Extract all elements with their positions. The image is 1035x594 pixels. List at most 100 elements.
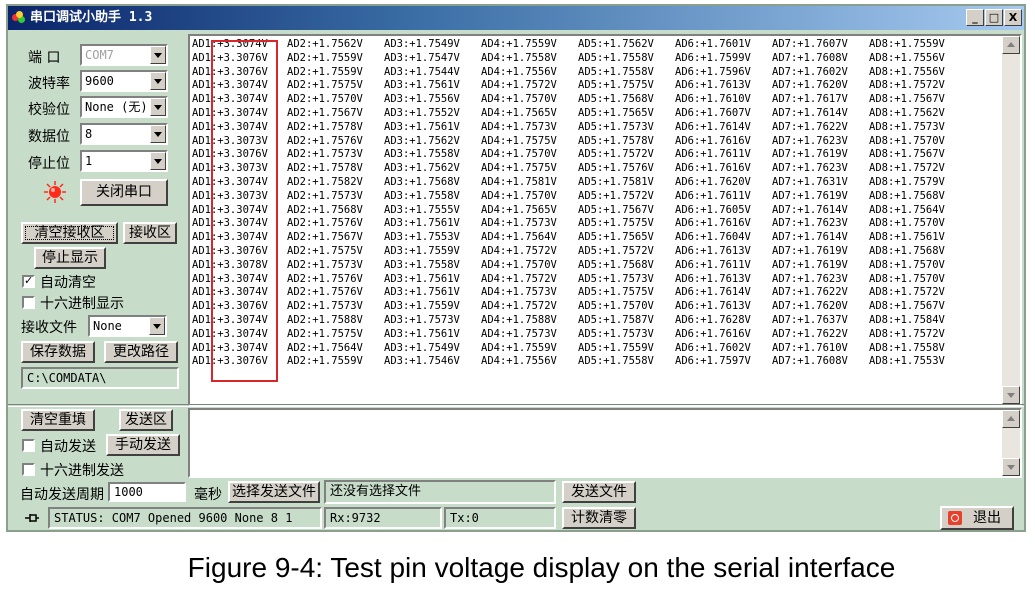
receive-cell: AD4:+1.7564V bbox=[481, 231, 557, 244]
receive-line: AD1:+3.3074V AD2:+1.7588V AD3:+1.7573V AD4:… bbox=[192, 314, 982, 328]
hex-display-checkbox[interactable] bbox=[22, 296, 35, 309]
receive-cell: AD1:+3.3074V bbox=[192, 272, 268, 285]
receive-cell: AD5:+1.7570V bbox=[578, 300, 654, 313]
chevron-down-icon[interactable] bbox=[150, 46, 166, 64]
app-icon bbox=[12, 11, 26, 25]
reset-count-button[interactable]: 计数清零 bbox=[562, 507, 636, 529]
receive-cell: AD8:+1.7572V bbox=[869, 162, 945, 175]
receive-cell: AD8:+1.7556V bbox=[869, 51, 945, 64]
send-period-input[interactable]: 1000 bbox=[108, 482, 186, 502]
receive-cell: AD6:+1.7616V bbox=[675, 162, 751, 175]
manual-send-button[interactable]: 手动发送 bbox=[106, 434, 180, 456]
receive-cell: AD4:+1.7573V bbox=[481, 120, 557, 133]
rx-counter: Rx:9732 bbox=[324, 507, 442, 529]
receive-cell: AD4:+1.7559V bbox=[481, 38, 557, 50]
port-label: 端 口 bbox=[28, 50, 61, 66]
receive-cell: AD7:+1.7610V bbox=[772, 341, 848, 354]
scroll-down-icon[interactable] bbox=[1002, 458, 1020, 476]
receive-cell: AD1:+3.3074V bbox=[192, 286, 268, 299]
title-bar[interactable]: 串口调试小助手 1.3 _ □ X bbox=[8, 6, 1024, 30]
send-area-button[interactable]: 发送区 bbox=[119, 409, 173, 431]
receive-cell: AD8:+1.7572V bbox=[869, 79, 945, 92]
receive-cell: AD1:+3.3073V bbox=[192, 134, 268, 147]
hex-send-label: 十六进制发送 bbox=[40, 463, 124, 479]
stopbits-select[interactable]: 1 bbox=[80, 150, 168, 172]
exit-button[interactable]: 退出 bbox=[940, 506, 1014, 530]
receive-cell: AD2:+1.7582V bbox=[287, 175, 363, 188]
scroll-up-icon[interactable] bbox=[1002, 36, 1020, 54]
receive-cell: AD7:+1.7637V bbox=[772, 313, 848, 326]
receive-cell: AD2:+1.7578V bbox=[287, 120, 363, 133]
save-path-field[interactable]: C:\COMDATA\ bbox=[21, 367, 179, 389]
receive-cell: AD5:+1.7575V bbox=[578, 217, 654, 230]
receive-cell: AD2:+1.7559V bbox=[287, 65, 363, 78]
chevron-down-icon[interactable] bbox=[150, 125, 166, 143]
clear-receive-button[interactable]: 清空接收区 bbox=[21, 222, 118, 244]
receive-cell: AD2:+1.7588V bbox=[287, 313, 363, 326]
chevron-down-icon[interactable] bbox=[150, 152, 166, 170]
receive-cell: AD4:+1.7570V bbox=[481, 258, 557, 271]
clear-resend-button[interactable]: 清空重填 bbox=[21, 409, 95, 431]
maximize-button[interactable]: □ bbox=[985, 9, 1003, 26]
receive-cell: AD4:+1.7572V bbox=[481, 244, 557, 257]
close-port-button[interactable]: 关闭串口 bbox=[80, 179, 168, 206]
chevron-down-icon[interactable] bbox=[149, 317, 165, 335]
receive-line: AD1:+3.3076V AD2:+1.7573V AD3:+1.7559V AD4:… bbox=[192, 300, 982, 314]
receive-cell: AD3:+1.7546V bbox=[384, 355, 460, 368]
receive-cell: AD8:+1.7561V bbox=[869, 231, 945, 244]
receive-cell: AD1:+3.3078V bbox=[192, 258, 268, 271]
receive-cell: AD7:+1.7623V bbox=[772, 162, 848, 175]
send-scrollbar[interactable] bbox=[1002, 410, 1020, 476]
receive-cell: AD3:+1.7561V bbox=[384, 272, 460, 285]
databits-select[interactable]: 8 bbox=[80, 123, 168, 145]
receive-scrollbar[interactable] bbox=[1002, 36, 1020, 404]
select-send-file-button[interactable]: 选择发送文件 bbox=[228, 481, 320, 503]
receive-textarea[interactable]: AD1:+3.3074V AD2:+1.7562V AD3:+1.7549V AD4:… bbox=[188, 34, 1022, 406]
file-status-field: 还没有选择文件 bbox=[324, 480, 556, 504]
stop-display-button[interactable]: 停止显示 bbox=[34, 247, 106, 269]
receive-file-label: 接收文件 bbox=[21, 320, 77, 336]
receive-line: AD1:+3.3076V AD2:+1.7575V AD3:+1.7559V AD4:… bbox=[192, 245, 982, 259]
parity-select[interactable]: None (无) bbox=[80, 96, 168, 118]
scroll-up-icon[interactable] bbox=[1002, 410, 1020, 428]
baud-select[interactable]: 9600 bbox=[80, 70, 168, 92]
chevron-down-icon[interactable] bbox=[150, 72, 166, 90]
chevron-down-icon[interactable] bbox=[150, 98, 166, 116]
receive-cell: AD3:+1.7559V bbox=[384, 300, 460, 313]
receive-cell: AD3:+1.7549V bbox=[384, 38, 460, 50]
receive-area-button[interactable]: 接收区 bbox=[123, 222, 177, 244]
receive-cell: AD4:+1.7588V bbox=[481, 313, 557, 326]
receive-cell: AD6:+1.7614V bbox=[675, 120, 751, 133]
receive-cell: AD1:+3.3074V bbox=[192, 327, 268, 340]
port-select[interactable]: COM7 bbox=[80, 44, 168, 66]
receive-content: AD1:+3.3074V AD2:+1.7562V AD3:+1.7549V AD4:… bbox=[192, 38, 982, 369]
send-file-button[interactable]: 发送文件 bbox=[562, 481, 636, 503]
receive-cell: AD6:+1.7613V bbox=[675, 300, 751, 313]
receive-cell: AD6:+1.7613V bbox=[675, 244, 751, 257]
scroll-down-icon[interactable] bbox=[1002, 386, 1020, 404]
receive-cell: AD7:+1.7614V bbox=[772, 203, 848, 216]
receive-cell: AD1:+3.3074V bbox=[192, 106, 268, 119]
status-text: STATUS: COM7 Opened 9600 None 8 1 bbox=[48, 507, 322, 529]
hex-send-checkbox[interactable] bbox=[22, 463, 35, 476]
tx-counter: Tx:0 bbox=[444, 507, 556, 529]
send-textarea[interactable] bbox=[188, 408, 1022, 478]
receive-cell: AD2:+1.7575V bbox=[287, 327, 363, 340]
auto-send-checkbox[interactable] bbox=[22, 439, 35, 452]
receive-cell: AD4:+1.7572V bbox=[481, 79, 557, 92]
auto-clear-checkbox[interactable] bbox=[22, 274, 35, 288]
receive-cell: AD5:+1.7565V bbox=[578, 106, 654, 119]
receive-file-select[interactable]: None bbox=[88, 315, 167, 337]
receive-cell: AD3:+1.7556V bbox=[384, 93, 460, 106]
minimize-button[interactable]: _ bbox=[966, 9, 984, 26]
receive-cell: AD4:+1.7558V bbox=[481, 51, 557, 64]
receive-line: AD1:+3.3073V AD2:+1.7573V AD3:+1.7558V AD4:… bbox=[192, 190, 982, 204]
receive-cell: AD3:+1.7568V bbox=[384, 175, 460, 188]
receive-cell: AD7:+1.7622V bbox=[772, 286, 848, 299]
save-data-button[interactable]: 保存数据 bbox=[21, 341, 95, 363]
pin-icon[interactable] bbox=[24, 511, 40, 525]
baud-label: 波特率 bbox=[28, 76, 70, 92]
receive-cell: AD2:+1.7576V bbox=[287, 272, 363, 285]
close-button[interactable]: X bbox=[1004, 9, 1022, 26]
change-path-button[interactable]: 更改路径 bbox=[104, 341, 178, 363]
